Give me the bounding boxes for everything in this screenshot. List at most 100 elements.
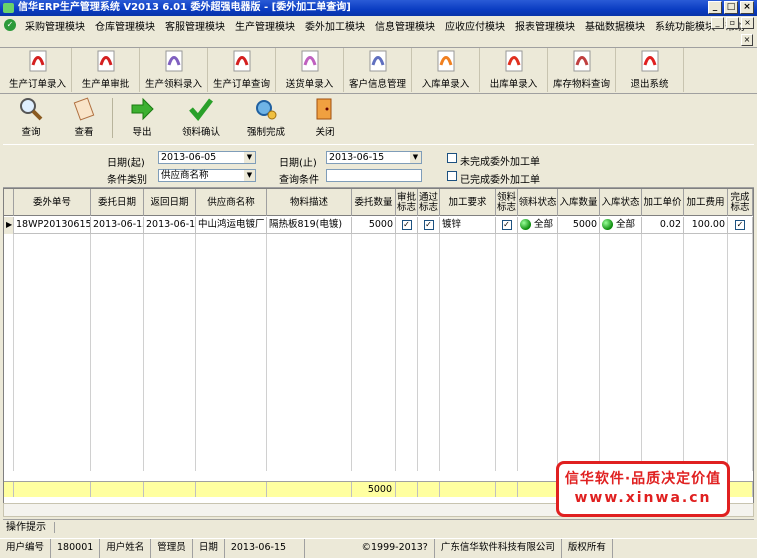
menu-basedata[interactable]: 基础数据模块 xyxy=(580,18,650,33)
cond-input[interactable] xyxy=(326,169,422,182)
fee-cell: 100.00 xyxy=(684,217,728,234)
cond-type-label: 条件类别 xyxy=(107,175,147,186)
date-to-label: 日期(止) xyxy=(279,158,317,169)
total-empty-cell xyxy=(496,482,518,497)
document-icon xyxy=(161,48,187,74)
finished-checkbox[interactable] xyxy=(447,171,457,181)
cond-type-select[interactable]: 供应商名称 ▼ xyxy=(158,169,256,182)
total-empty-cell xyxy=(440,482,496,497)
menu-outsourcing[interactable]: 委外加工模块 xyxy=(300,18,370,33)
toolbar-button-7[interactable]: 出库单录入 xyxy=(480,48,548,92)
window-controls: _ □ × xyxy=(708,1,754,14)
date-from-picker[interactable]: 2013-06-05 ▼ xyxy=(158,151,256,164)
toolbar-button-label: 出库单录入 xyxy=(489,79,538,90)
column-header[interactable]: 完成 标志 xyxy=(728,189,753,216)
menu-service[interactable]: 客服管理模块 xyxy=(160,18,230,33)
status-date: 2013-06-15 xyxy=(225,539,305,558)
menu-purchase[interactable]: 采购管理模块 xyxy=(20,18,90,33)
table-row[interactable]: ▶18WP201306150012013-06-152013-06-19中山鸿运… xyxy=(4,217,753,234)
child-close-button[interactable]: × xyxy=(741,34,753,46)
toolbar-button-0[interactable]: 生产订单录入 xyxy=(4,48,72,92)
title-bar: 信华ERP生产管理系统 V2013 6.01 委外超强电器版 - [委外加工单查… xyxy=(0,0,757,16)
column-header[interactable]: 领料 标志 xyxy=(496,189,518,216)
column-header[interactable]: 审批 标志 xyxy=(396,189,418,216)
toolbar-button-label: 库存物料查询 xyxy=(552,79,610,90)
column-header[interactable]: 返回日期 xyxy=(144,189,196,216)
menu-accounts[interactable]: 应收应付模块 xyxy=(440,18,510,33)
date-to-picker[interactable]: 2013-06-15 ▼ xyxy=(326,151,422,164)
force-complete-button[interactable]: 强制完成 xyxy=(235,95,297,141)
menu-reports[interactable]: 报表管理模块 xyxy=(510,18,580,33)
bird-icon xyxy=(501,48,527,74)
column-header[interactable]: 委托数量 xyxy=(352,189,396,216)
filter-panel: 日期(起) 2013-06-05 ▼ 日期(止) 2013-06-15 ▼ 未完成委… xyxy=(3,144,754,188)
toolbar-button-label: 生产订单查询 xyxy=(212,79,270,90)
chevron-down-icon: ▼ xyxy=(244,152,255,163)
status-dot-icon xyxy=(602,219,613,230)
mdi-close-button[interactable]: × xyxy=(741,17,754,29)
menu-bar: ✓ 采购管理模块 仓库管理模块 客服管理模块 生产管理模块 委外加工模块 信息管… xyxy=(0,16,757,34)
order-no-cell: 18WP20130615001 xyxy=(14,217,91,234)
column-header[interactable]: 加工要求 xyxy=(440,189,496,216)
total-empty-cell xyxy=(4,482,14,497)
toolbar-button-label: 生产领料录入 xyxy=(144,79,202,90)
order-grid: 委外单号 委托日期 返回日期 供应商名称 物料描述 委托数量 审批 标志 通过 标志 加工要求领… xyxy=(3,188,754,504)
column-header[interactable]: 入库状态 xyxy=(600,189,642,216)
column-header[interactable]: 供应商名称 xyxy=(196,189,267,216)
confirm-pick-button[interactable]: 领料确认 xyxy=(170,95,232,141)
toolbar-button-2[interactable]: 生产领料录入 xyxy=(140,48,208,92)
gears-icon xyxy=(252,96,280,122)
column-header[interactable]: 通过 标志 xyxy=(418,189,440,216)
column-header[interactable]: 委托日期 xyxy=(91,189,144,216)
toolbar-button-4[interactable]: 送货单录入 xyxy=(276,48,344,92)
column-header[interactable]: 加工费用 xyxy=(684,189,728,216)
unfinished-checkbox[interactable] xyxy=(447,153,457,163)
rights: 版权所有 xyxy=(562,539,613,558)
flower-icon xyxy=(433,48,459,74)
close-window-button[interactable]: 关闭 xyxy=(300,95,350,141)
pass-checkbox[interactable]: ✓ xyxy=(418,217,440,234)
toolbar-button-5[interactable]: 客户信息管理 xyxy=(344,48,412,92)
toolbar-button-6[interactable]: 入库单录入 xyxy=(412,48,480,92)
user-name-label: 用户姓名 xyxy=(100,539,152,558)
export-button[interactable]: 导出 xyxy=(117,95,167,141)
complete-checkbox[interactable]: ✓ xyxy=(728,217,753,234)
view-button[interactable]: 查看 xyxy=(59,95,109,141)
menu-warehouse[interactable]: 仓库管理模块 xyxy=(90,18,160,33)
column-header[interactable]: 物料描述 xyxy=(267,189,352,216)
column-header[interactable]: 加工单价 xyxy=(642,189,684,216)
main-toolbar: 生产订单录入 生产单审批 生产领料录入 生产订单查询 送货单录入 客户信息管理 入库单录入 出… xyxy=(0,48,757,92)
total-empty-cell xyxy=(91,482,144,497)
unfinished-label: 未完成委外加工单 xyxy=(460,157,540,168)
mdi-restore-button[interactable]: ▫ xyxy=(726,17,739,29)
toolbar-button-1[interactable]: 生产单审批 xyxy=(72,48,140,92)
mdi-minimize-button[interactable]: _ xyxy=(711,17,724,29)
chevron-down-icon: ▼ xyxy=(244,170,255,181)
toolbar-button-label: 生产订单录入 xyxy=(8,79,66,90)
column-header[interactable]: 委外单号 xyxy=(14,189,91,216)
cond-label: 查询条件 xyxy=(279,175,319,186)
menu-production[interactable]: 生产管理模块 xyxy=(230,18,300,33)
close-button[interactable]: × xyxy=(740,1,754,14)
toolbar-button-9[interactable]: 退出系统 xyxy=(616,48,684,92)
minimize-button[interactable]: _ xyxy=(708,1,722,14)
row-indicator: ▶ xyxy=(4,217,14,234)
return-date-cell: 2013-06-19 xyxy=(144,217,196,234)
pick-checkbox[interactable]: ✓ xyxy=(496,217,518,234)
qty-cell: 5000 xyxy=(352,217,396,234)
toolbar-button-8[interactable]: 库存物料查询 xyxy=(548,48,616,92)
divider xyxy=(0,93,757,94)
query-button[interactable]: 查询 xyxy=(6,95,56,141)
maximize-button[interactable]: □ xyxy=(724,1,738,14)
menu-app-icon: ✓ xyxy=(4,19,16,31)
column-header[interactable]: 入库数量 xyxy=(558,189,600,216)
toolbar-button-label: 客户信息管理 xyxy=(348,79,406,90)
approve-checkbox[interactable]: ✓ xyxy=(396,217,418,234)
menu-system[interactable]: 系统功能模块 xyxy=(650,18,720,33)
toolbar-button-3[interactable]: 生产订单查询 xyxy=(208,48,276,92)
menu-info[interactable]: 信息管理模块 xyxy=(370,18,440,33)
user-no: 180001 xyxy=(51,539,101,558)
door-exit-icon xyxy=(311,96,339,122)
column-header[interactable]: 领料状态 xyxy=(518,189,558,216)
total-qty: 5000 xyxy=(352,482,396,497)
